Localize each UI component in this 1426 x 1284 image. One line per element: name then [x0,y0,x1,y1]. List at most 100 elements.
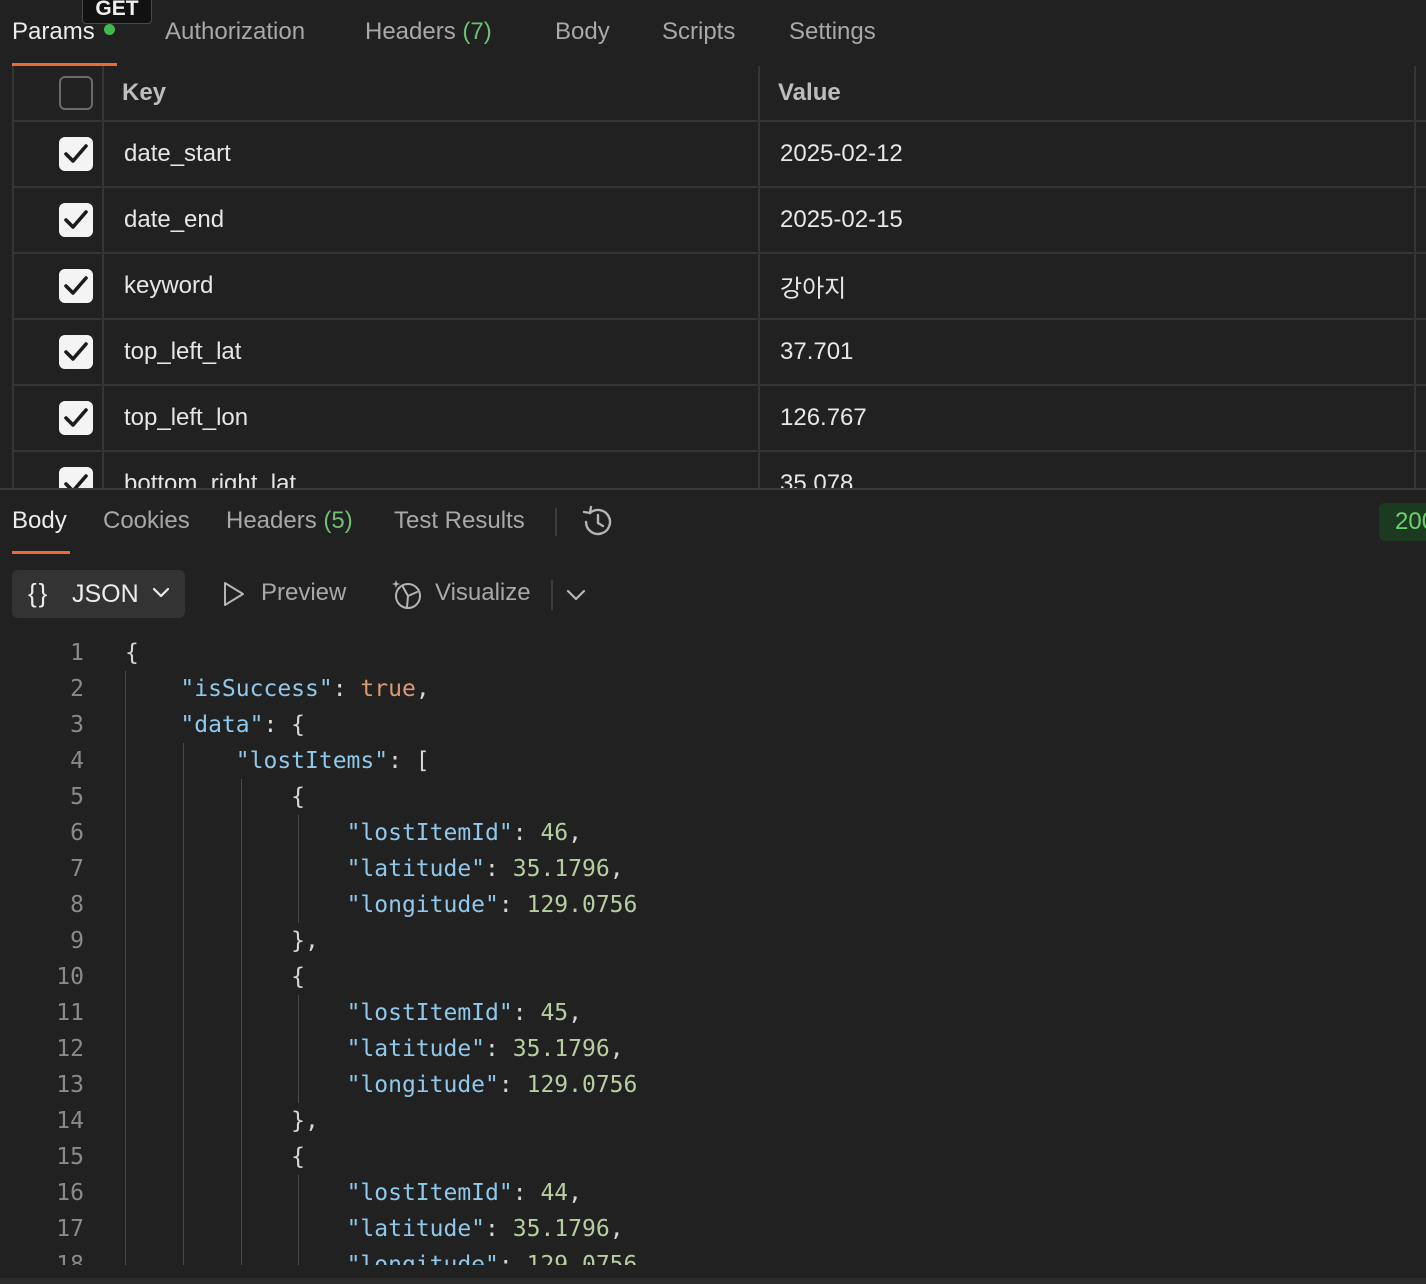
chevron-down-icon [566,589,586,601]
tab-authorization[interactable]: Authorization [165,18,305,46]
code-line: "lostItems": [ [235,748,430,774]
code-line: "longitude": 129.0756 [346,892,638,918]
param-value: 37.701 [780,338,854,365]
tab-headers[interactable]: Headers (7) [365,18,492,46]
checkmark-icon [64,342,88,361]
param-checkbox[interactable] [59,203,93,237]
tab-body[interactable]: Body [555,18,610,46]
code-line: "longitude": 129.0756 [346,1252,638,1265]
line-number: 2 [70,676,84,702]
param-checkbox[interactable] [59,401,93,435]
line-number: 16 [56,1180,84,1206]
checkmark-icon [64,408,88,427]
param-value-cell[interactable]: 37.701 [760,320,1416,384]
param-checkbox[interactable] [59,467,93,488]
resp-tab-cookies[interactable]: Cookies [103,507,190,535]
param-value-cell[interactable]: 강아지 [760,254,1416,318]
param-checkbox[interactable] [59,335,93,369]
code-line: { [125,640,139,666]
code-line: }, [125,1108,319,1134]
param-value-cell[interactable]: 2025-02-12 [760,122,1416,186]
code-line: { [125,1144,306,1170]
param-key-cell[interactable]: date_start [104,122,760,186]
key-header-cell: Key [104,66,760,120]
resp-tab-test-results[interactable]: Test Results [394,507,525,535]
code-line: "latitude": 35.1796, [346,1036,624,1062]
param-value-cell[interactable]: 2025-02-15 [760,188,1416,252]
param-row: date_start 2025-02-12 [14,122,1426,188]
section-divider[interactable] [0,488,1426,490]
line-number: 6 [70,820,84,846]
param-key-cell[interactable]: top_left_lon [104,386,760,450]
key-header: Key [122,79,167,106]
params-active-dot [103,24,115,35]
resp-tab-body[interactable]: Body [12,507,67,535]
line-number: 4 [70,748,84,774]
param-value: 2025-02-12 [780,140,903,167]
param-check-cell [14,386,104,450]
tabs-separator [555,508,557,536]
tab-settings[interactable]: Settings [789,18,876,46]
param-value-cell[interactable]: 35.078 [760,452,1416,488]
param-check-cell [14,188,104,252]
param-row: top_left_lon 126.767 [14,386,1426,452]
code-line: "lostItemId": 45, [346,1000,582,1026]
tab-headers-label: Headers [365,18,456,45]
format-select[interactable]: {} JSON [12,570,185,618]
preview-button[interactable]: Preview [222,579,346,607]
indent-guide [125,671,126,1265]
param-check-cell [14,320,104,384]
param-value-cell[interactable]: 126.767 [760,386,1416,450]
param-row: date_end 2025-02-15 [14,188,1426,254]
line-number: 7 [70,856,84,882]
visualize-button[interactable]: Visualize [391,579,531,609]
code-line: { [125,784,306,810]
chevron-down-icon [152,587,170,598]
header-check-cell [14,66,104,120]
param-row: bottom_right_lat 35.078 [14,452,1426,488]
param-key-cell[interactable]: date_end [104,188,760,252]
param-key: keyword [124,272,214,299]
param-key-cell[interactable]: keyword [104,254,760,318]
params-table: Key Value date_start 2025-02-12 date_end 20… [12,66,1426,488]
select-all-checkbox[interactable] [59,76,93,110]
resp-tab-headers-label: Headers [226,507,317,534]
resp-tab-headers-count: (5) [323,507,353,534]
checkmark-icon [64,210,88,229]
status-badge[interactable]: 200 [1379,503,1426,541]
line-number: 18 [56,1252,84,1265]
line-number: 3 [70,712,84,738]
code-line: "longitude": 129.0756 [346,1072,638,1098]
param-row: keyword 강아지 [14,254,1426,320]
param-value: 35.078 [780,470,854,488]
param-value: 2025-02-15 [780,206,903,233]
method-tooltip: GET [82,0,152,24]
line-number: 15 [56,1144,84,1170]
param-key: date_end [124,206,225,233]
json-braces-icon: {} [28,578,50,608]
param-checkbox[interactable] [59,137,93,171]
tab-scripts[interactable]: Scripts [662,18,735,46]
code-line: "lostItemId": 46, [346,820,582,846]
indent-guide [240,779,242,1265]
value-header: Value [778,79,841,106]
param-checkbox[interactable] [59,269,93,303]
bottom-scrollbar[interactable] [0,1278,1426,1284]
line-number: 9 [70,928,84,954]
line-number: 1 [70,640,84,666]
indent-guide [298,815,300,923]
more-options-chevron[interactable] [566,588,586,602]
code-line: { [125,964,306,990]
param-check-cell [14,122,104,186]
code-line: "isSuccess": true, [180,676,430,702]
indent-guide [298,1175,300,1265]
param-key-cell[interactable]: top_left_lat [104,320,760,384]
resp-tab-headers[interactable]: Headers (5) [226,507,353,535]
response-body-code[interactable]: 1 {2 "isSuccess": true, 3 "data": {4 "lost… [0,635,1426,1265]
line-number: 12 [56,1036,84,1062]
param-row: top_left_lat 37.701 [14,320,1426,386]
tab-headers-count: (7) [462,18,492,45]
param-key-cell[interactable]: bottom_right_lat [104,452,760,488]
request-tabs: Params Authorization Headers (7) Body Sc… [0,0,1426,66]
history-icon[interactable] [580,504,616,540]
